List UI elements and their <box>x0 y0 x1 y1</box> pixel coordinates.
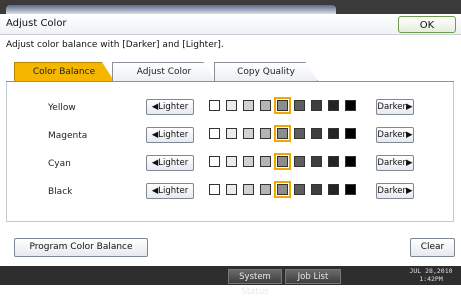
row-label-magenta: Magenta <box>48 131 88 141</box>
level-swatch[interactable] <box>260 184 271 195</box>
arrow-right-icon: ▶ <box>406 130 413 140</box>
selected-level-indicator <box>274 181 291 198</box>
row-label-cyan: Cyan <box>48 159 71 169</box>
magenta-lighter-button[interactable]: ◀Lighter <box>146 127 194 143</box>
cyan-darker-button[interactable]: Darker▶ <box>376 155 414 171</box>
level-swatch[interactable] <box>311 156 322 167</box>
clock: JUL 28,2010 1:42PM <box>404 267 458 283</box>
yellow-darker-button[interactable]: Darker▶ <box>376 99 414 115</box>
page-title: Adjust Color <box>6 18 67 29</box>
selected-level-indicator <box>274 153 291 170</box>
level-swatch[interactable] <box>260 156 271 167</box>
instruction-text: Adjust color balance with [Darker] and [… <box>6 40 224 50</box>
level-swatch[interactable] <box>260 100 271 111</box>
level-swatch[interactable] <box>294 156 305 167</box>
lighter-label: Lighter <box>158 186 189 196</box>
level-swatch[interactable] <box>226 184 237 195</box>
level-swatch[interactable] <box>209 128 220 139</box>
magenta-darker-button[interactable]: Darker▶ <box>376 127 414 143</box>
arrow-right-icon: ▶ <box>406 158 413 168</box>
tab-color-balance[interactable]: Color Balance <box>14 62 114 81</box>
level-swatch[interactable] <box>243 100 254 111</box>
level-swatch[interactable] <box>226 128 237 139</box>
darker-label: Darker <box>377 158 407 168</box>
lighter-label: Lighter <box>158 158 189 168</box>
black-darker-button[interactable]: Darker▶ <box>376 183 414 199</box>
darker-label: Darker <box>377 186 407 196</box>
row-label-black: Black <box>48 187 73 197</box>
level-swatch[interactable] <box>311 100 322 111</box>
level-swatch[interactable] <box>311 184 322 195</box>
level-swatch[interactable] <box>226 100 237 111</box>
selected-level-indicator <box>274 97 291 114</box>
tab-label: Adjust Color <box>136 67 192 77</box>
level-swatch[interactable] <box>345 184 356 195</box>
date-text: JUL 28,2010 <box>409 267 453 275</box>
level-swatch[interactable] <box>209 156 220 167</box>
clear-button[interactable]: Clear <box>410 238 455 257</box>
yellow-lighter-button[interactable]: ◀Lighter <box>146 99 194 115</box>
program-color-balance-button[interactable]: Program Color Balance <box>14 238 148 257</box>
darker-label: Darker <box>377 102 407 112</box>
level-swatch[interactable] <box>294 128 305 139</box>
tab-adjust-color[interactable]: Adjust Color <box>112 62 216 81</box>
time-text: 1:42PM <box>419 275 443 283</box>
level-swatch[interactable] <box>328 184 339 195</box>
level-swatch[interactable] <box>345 128 356 139</box>
level-swatch[interactable] <box>345 156 356 167</box>
level-swatch[interactable] <box>311 128 322 139</box>
level-swatch[interactable] <box>243 128 254 139</box>
level-swatch[interactable] <box>328 100 339 111</box>
lighter-label: Lighter <box>158 102 189 112</box>
top-bar <box>0 0 461 14</box>
tab-copy-quality[interactable]: Copy Quality <box>214 62 318 81</box>
tab-label: Color Balance <box>32 67 96 77</box>
level-swatch[interactable] <box>209 100 220 111</box>
row-label-yellow: Yellow <box>48 103 76 113</box>
top-bar-highlight <box>6 5 336 14</box>
level-swatch[interactable] <box>226 156 237 167</box>
ok-button[interactable]: OK <box>398 16 456 33</box>
cyan-lighter-button[interactable]: ◀Lighter <box>146 155 194 171</box>
job-list-button[interactable]: Job List <box>285 269 341 284</box>
level-swatch[interactable] <box>328 156 339 167</box>
system-status-button[interactable]: System Status <box>228 269 282 297</box>
level-swatch[interactable] <box>345 100 356 111</box>
level-swatch[interactable] <box>243 156 254 167</box>
black-lighter-button[interactable]: ◀Lighter <box>146 183 194 199</box>
level-swatch[interactable] <box>209 184 220 195</box>
arrow-right-icon: ▶ <box>406 186 413 196</box>
level-swatch[interactable] <box>260 128 271 139</box>
arrow-right-icon: ▶ <box>406 102 413 112</box>
level-swatch[interactable] <box>243 184 254 195</box>
title-bar: Adjust Color <box>0 14 461 35</box>
tab-label: Copy Quality <box>237 67 295 77</box>
selected-level-indicator <box>274 125 291 142</box>
lighter-label: Lighter <box>158 130 189 140</box>
level-swatch[interactable] <box>294 100 305 111</box>
level-swatch[interactable] <box>328 128 339 139</box>
level-swatch[interactable] <box>294 184 305 195</box>
darker-label: Darker <box>377 130 407 140</box>
